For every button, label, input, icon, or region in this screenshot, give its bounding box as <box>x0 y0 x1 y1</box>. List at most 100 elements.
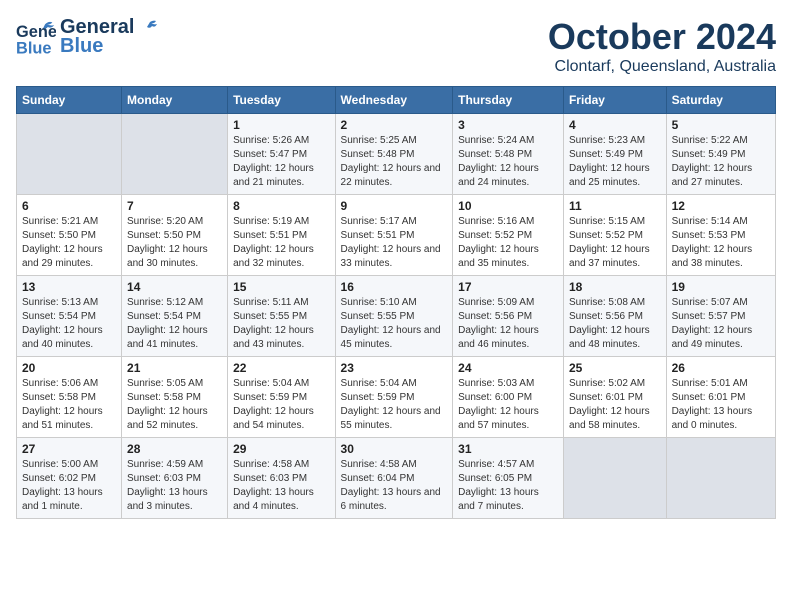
day-number: 30 <box>341 442 448 456</box>
day-detail: Sunrise: 5:01 AMSunset: 6:01 PMDaylight:… <box>672 377 770 433</box>
calendar-day-cell: 10 Sunrise: 5:16 AMSunset: 5:52 PMDayligh… <box>453 195 564 276</box>
calendar-day-cell: 29Sunrise: 4:58 AMSunset: 6:03 PMDayligh… <box>228 438 335 519</box>
day-detail: Sunrise: 5:23 AMSunset: 5:49 PMDaylight:… <box>569 134 661 190</box>
day-detail: Sunrise: 4:59 AMSunset: 6:03 PMDaylight:… <box>127 458 222 514</box>
day-of-week-header: Wednesday <box>335 87 453 114</box>
day-detail: Sunrise: 5:26 AMSunset: 5:47 PMDaylight:… <box>233 134 329 190</box>
svg-text:Blue: Blue <box>16 39 51 57</box>
day-number: 18 <box>569 280 661 294</box>
day-detail: Sunrise: 4:57 AMSunset: 6:05 PMDaylight:… <box>458 458 558 514</box>
logo-icon: General Blue <box>16 17 56 57</box>
calendar-day-cell: 18 Sunrise: 5:08 AMSunset: 5:56 PMDayligh… <box>563 276 666 357</box>
day-number: 23 <box>341 361 448 375</box>
day-detail: Sunrise: 5:17 AMSunset: 5:51 PMDaylight:… <box>341 215 448 271</box>
calendar-day-cell <box>563 438 666 519</box>
day-number: 31 <box>458 442 558 456</box>
day-detail: Sunrise: 5:12 AMSunset: 5:54 PMDaylight:… <box>127 296 222 352</box>
calendar-week-row: 20 Sunrise: 5:06 AMSunset: 5:58 PMDayligh… <box>17 357 776 438</box>
calendar-day-cell: 15Sunrise: 5:11 AMSunset: 5:55 PMDayligh… <box>228 276 335 357</box>
calendar-day-cell: 27 Sunrise: 5:00 AMSunset: 6:02 PMDayligh… <box>17 438 122 519</box>
day-number: 12 <box>672 199 770 213</box>
day-number: 28 <box>127 442 222 456</box>
page-subtitle: Clontarf, Queensland, Australia <box>548 58 776 76</box>
day-detail: Sunrise: 5:19 AMSunset: 5:51 PMDaylight:… <box>233 215 329 271</box>
day-number: 25 <box>569 361 661 375</box>
day-detail: Sunrise: 5:22 AMSunset: 5:49 PMDaylight:… <box>672 134 770 190</box>
calendar-day-cell: 22 Sunrise: 5:04 AMSunset: 5:59 PMDayligh… <box>228 357 335 438</box>
day-number: 3 <box>458 118 558 132</box>
calendar-week-row: 6 Sunrise: 5:21 AMSunset: 5:50 PMDaylight… <box>17 195 776 276</box>
day-number: 2 <box>341 118 448 132</box>
calendar-day-cell: 21 Sunrise: 5:05 AMSunset: 5:58 PMDayligh… <box>122 357 228 438</box>
calendar-day-cell: 24Sunrise: 5:03 AMSunset: 6:00 PMDayligh… <box>453 357 564 438</box>
day-detail: Sunrise: 5:06 AMSunset: 5:58 PMDaylight:… <box>22 377 116 433</box>
calendar-day-cell: 19 Sunrise: 5:07 AMSunset: 5:57 PMDayligh… <box>666 276 775 357</box>
day-detail: Sunrise: 5:16 AMSunset: 5:52 PMDaylight:… <box>458 215 558 271</box>
calendar-day-cell: 5 Sunrise: 5:22 AMSunset: 5:49 PMDaylight… <box>666 114 775 195</box>
calendar-day-cell: 6 Sunrise: 5:21 AMSunset: 5:50 PMDaylight… <box>17 195 122 276</box>
calendar-week-row: 27 Sunrise: 5:00 AMSunset: 6:02 PMDayligh… <box>17 438 776 519</box>
calendar-day-cell <box>17 114 122 195</box>
day-number: 15 <box>233 280 329 294</box>
calendar-day-cell: 20 Sunrise: 5:06 AMSunset: 5:58 PMDayligh… <box>17 357 122 438</box>
calendar-day-cell: 31 Sunrise: 4:57 AMSunset: 6:05 PMDayligh… <box>453 438 564 519</box>
day-number: 20 <box>22 361 116 375</box>
day-number: 19 <box>672 280 770 294</box>
day-number: 10 <box>458 199 558 213</box>
calendar-day-cell <box>666 438 775 519</box>
day-number: 27 <box>22 442 116 456</box>
page-title: October 2024 <box>548 16 776 58</box>
day-number: 4 <box>569 118 661 132</box>
day-detail: Sunrise: 5:07 AMSunset: 5:57 PMDaylight:… <box>672 296 770 352</box>
day-detail: Sunrise: 4:58 AMSunset: 6:04 PMDaylight:… <box>341 458 448 514</box>
calendar-day-cell: 1Sunrise: 5:26 AMSunset: 5:47 PMDaylight… <box>228 114 335 195</box>
day-detail: Sunrise: 5:20 AMSunset: 5:50 PMDaylight:… <box>127 215 222 271</box>
day-number: 5 <box>672 118 770 132</box>
day-number: 16 <box>341 280 448 294</box>
day-number: 14 <box>127 280 222 294</box>
day-detail: Sunrise: 5:05 AMSunset: 5:58 PMDaylight:… <box>127 377 222 433</box>
day-detail: Sunrise: 5:08 AMSunset: 5:56 PMDaylight:… <box>569 296 661 352</box>
calendar-day-cell: 16 Sunrise: 5:10 AMSunset: 5:55 PMDayligh… <box>335 276 453 357</box>
day-detail: Sunrise: 5:00 AMSunset: 6:02 PMDaylight:… <box>22 458 116 514</box>
day-detail: Sunrise: 5:09 AMSunset: 5:56 PMDaylight:… <box>458 296 558 352</box>
calendar-day-cell: 8Sunrise: 5:19 AMSunset: 5:51 PMDaylight… <box>228 195 335 276</box>
calendar-week-row: 1Sunrise: 5:26 AMSunset: 5:47 PMDaylight… <box>17 114 776 195</box>
calendar-day-cell: 2Sunrise: 5:25 AMSunset: 5:48 PMDaylight… <box>335 114 453 195</box>
calendar-day-cell: 7 Sunrise: 5:20 AMSunset: 5:50 PMDaylight… <box>122 195 228 276</box>
day-detail: Sunrise: 5:21 AMSunset: 5:50 PMDaylight:… <box>22 215 116 271</box>
calendar-day-cell: 25 Sunrise: 5:02 AMSunset: 6:01 PMDayligh… <box>563 357 666 438</box>
day-number: 13 <box>22 280 116 294</box>
day-detail: Sunrise: 5:10 AMSunset: 5:55 PMDaylight:… <box>341 296 448 352</box>
day-detail: Sunrise: 5:02 AMSunset: 6:01 PMDaylight:… <box>569 377 661 433</box>
day-number: 24 <box>458 361 558 375</box>
day-number: 7 <box>127 199 222 213</box>
day-number: 21 <box>127 361 222 375</box>
day-of-week-header: Thursday <box>453 87 564 114</box>
calendar-day-cell: 11Sunrise: 5:15 AMSunset: 5:52 PMDayligh… <box>563 195 666 276</box>
calendar-day-cell: 9 Sunrise: 5:17 AMSunset: 5:51 PMDaylight… <box>335 195 453 276</box>
day-of-week-header: Tuesday <box>228 87 335 114</box>
day-of-week-header: Friday <box>563 87 666 114</box>
logo-bird-icon <box>136 20 158 36</box>
day-of-week-header: Saturday <box>666 87 775 114</box>
calendar-day-cell: 23 Sunrise: 5:04 AMSunset: 5:59 PMDayligh… <box>335 357 453 438</box>
day-number: 6 <box>22 199 116 213</box>
day-number: 17 <box>458 280 558 294</box>
calendar-header-row: SundayMondayTuesdayWednesdayThursdayFrid… <box>17 87 776 114</box>
calendar-day-cell: 30 Sunrise: 4:58 AMSunset: 6:04 PMDayligh… <box>335 438 453 519</box>
day-number: 9 <box>341 199 448 213</box>
day-number: 11 <box>569 199 661 213</box>
day-detail: Sunrise: 5:13 AMSunset: 5:54 PMDaylight:… <box>22 296 116 352</box>
page-header: General Blue General Blue October 2024 C… <box>16 16 776 76</box>
title-block: October 2024 Clontarf, Queensland, Austr… <box>548 16 776 76</box>
day-number: 22 <box>233 361 329 375</box>
day-detail: Sunrise: 5:24 AMSunset: 5:48 PMDaylight:… <box>458 134 558 190</box>
day-detail: Sunrise: 5:14 AMSunset: 5:53 PMDaylight:… <box>672 215 770 271</box>
day-detail: Sunrise: 5:04 AMSunset: 5:59 PMDaylight:… <box>341 377 448 433</box>
calendar-day-cell: 17 Sunrise: 5:09 AMSunset: 5:56 PMDayligh… <box>453 276 564 357</box>
calendar-week-row: 13 Sunrise: 5:13 AMSunset: 5:54 PMDayligh… <box>17 276 776 357</box>
calendar-table: SundayMondayTuesdayWednesdayThursdayFrid… <box>16 86 776 519</box>
day-detail: Sunrise: 5:04 AMSunset: 5:59 PMDaylight:… <box>233 377 329 433</box>
calendar-day-cell <box>122 114 228 195</box>
